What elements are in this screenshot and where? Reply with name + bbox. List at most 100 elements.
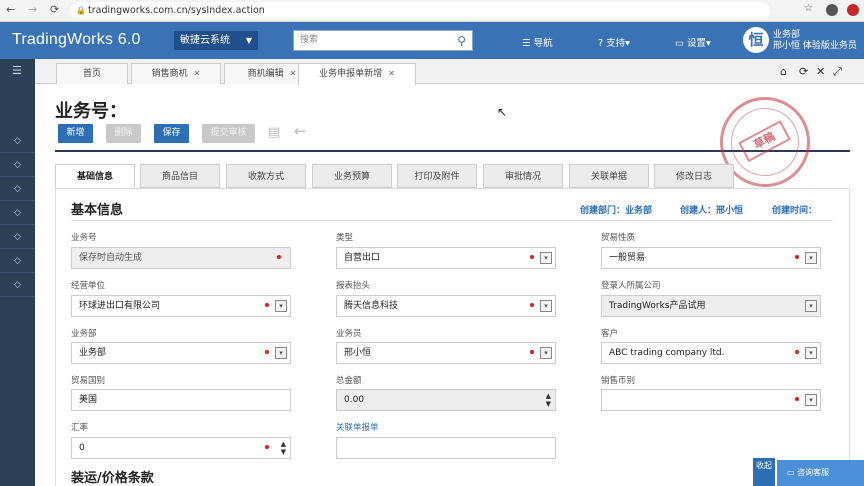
biz-no-value: 保存时自动生成 [79,253,143,263]
trade-nature-select[interactable]: 一般贸易 ▾ [601,247,821,269]
salesman-select[interactable]: 邢小恒 ▾ [336,342,556,364]
letterhead-select[interactable]: 腾天信息科技 ▾ [336,295,556,317]
label-rate: 汇率 [71,423,89,433]
sidebar-item[interactable]: ◇ [0,153,35,177]
customer-select[interactable]: ABC trading company ltd. ▾ [601,342,821,364]
label-total: 总金额 [336,376,362,386]
search-input[interactable]: 搜索 ⚲ [293,30,473,51]
caret-down-icon: ▼ [245,36,252,45]
dropdown-icon[interactable]: ▾ [805,347,817,359]
label-trade-nature: 贸易性质 [601,233,636,243]
address-bar[interactable]: 🔒 tradingworks.com.cn/sysIndex.action [70,2,770,19]
refresh-icon[interactable]: ⟳ [799,65,808,78]
submit-review-button[interactable]: 提交审核 [202,124,255,143]
stepper-icon[interactable]: ▲ ▼ [281,440,286,456]
tab-business-declaration-new[interactable]: 业务申报单新增 ✕ [298,63,416,85]
sidebar-item[interactable]: ◇ [0,201,35,225]
close-icon[interactable]: ✕ [194,69,201,78]
dropdown-icon[interactable]: ▾ [805,252,817,264]
new-button[interactable]: 新增 [58,124,93,143]
cursor-icon: ↖ [497,105,508,119]
label-currency: 销售币别 [601,376,636,386]
settings-menu[interactable]: ▭ 设置▾ [675,35,711,49]
related-declaration-field[interactable] [336,437,556,459]
required-dot [530,350,534,354]
dropdown-icon[interactable]: ▾ [805,394,817,406]
sidebar-menu-icon[interactable]: ☰ [12,64,22,77]
home-icon[interactable]: ⌂ [780,65,787,78]
country-field[interactable]: 美国 [71,389,291,411]
star-icon[interactable]: ☆ [804,3,813,14]
related-declaration-link[interactable]: 关联单报单 [336,421,379,433]
diamond-icon: ◇ [14,232,21,242]
dropdown-icon[interactable]: ▾ [275,347,287,359]
tab-approval[interactable]: 审批情况 [483,164,563,188]
tab-budget[interactable]: 业务预算 [312,164,392,188]
tab-change-log[interactable]: 修改日志 [654,164,734,188]
rate-field[interactable]: 0 ▲ ▼ [71,437,291,459]
dropdown-icon[interactable]: ▾ [275,300,287,312]
tab-sales-opportunity[interactable]: 销售商机 ✕ [131,63,221,84]
stepper-icon[interactable]: ▲ ▼ [546,392,551,408]
customer-service-button[interactable]: ▭ 咨询客服 [777,460,864,486]
search-placeholder: 搜索 [300,35,319,45]
tab-basic-info[interactable]: 基础信息 [55,164,135,188]
dropdown-icon[interactable]: ▾ [540,347,552,359]
reload-icon[interactable]: ⟳ [50,3,59,16]
user-info[interactable]: 业务部 邢小恒 体验版业务员 [773,30,857,52]
salesman-value: 邢小恒 [344,348,372,358]
sidebar-item[interactable]: ◇ [0,225,35,249]
dropdown-icon[interactable]: ▾ [805,300,817,312]
required-dot [265,445,269,449]
nav-menu[interactable]: ☰ 导航 [522,35,553,49]
country-value: 美国 [79,395,98,405]
dropdown-icon[interactable]: ▾ [540,300,552,312]
extension-icon[interactable] [847,4,859,16]
currency-select[interactable]: ▾ [601,389,821,411]
system-select[interactable]: 敏捷云系统 ▼ [174,31,258,50]
tab-goods[interactable]: 商品信目 [140,164,220,188]
menu-icon: ☰ [522,38,531,49]
tab-related-docs[interactable]: 关联单据 [569,164,649,188]
page-tab-strip: 首页 销售商机 ✕ 商机编辑 ✕ 业务申报单新增 ✕ ⌂ ⟳ ✕ ⤢ [35,59,864,85]
tab-home[interactable]: 首页 [56,63,128,84]
sidebar-item[interactable]: ◇ [0,273,35,297]
tab-payment-method[interactable]: 收款方式 [226,164,306,188]
support-menu[interactable]: ? 支持▾ [598,35,630,49]
creator: 创建人：邢小恒 [680,206,744,216]
label-letterhead: 报表抬头 [336,281,371,291]
profile-icon[interactable] [826,4,838,16]
arrow-left-icon[interactable]: ← [294,122,307,140]
section-heading-basic: 基本信息 [71,203,124,218]
section-heading-shipping: 装运/价格条款 [71,471,154,486]
sidebar-item[interactable]: ◇ [0,249,35,273]
label-department: 业务部 [71,329,97,339]
sidebar-item[interactable]: ◇ [0,177,35,201]
support-label: 支持 [606,38,626,49]
close-icon[interactable]: ✕ [388,69,395,78]
dropdown-icon[interactable]: ▾ [540,252,552,264]
diamond-icon: ◇ [14,208,21,218]
department-value: 业务部 [79,348,107,358]
total-field[interactable]: 0.00 ▲ ▼ [336,389,556,411]
search-icon[interactable]: ⚲ [457,32,466,51]
close-icon[interactable]: ✕ [816,65,825,78]
diamond-icon: ◇ [14,280,21,290]
back-icon[interactable]: ← [6,3,15,16]
book-icon[interactable]: ▤ [268,125,280,140]
total-value: 0.00 [344,395,365,405]
type-value: 自营出口 [344,253,381,263]
tab-print-attachments[interactable]: 打印及附件 [397,164,477,188]
delete-button[interactable]: 删除 [106,124,141,143]
avatar[interactable]: 恒 [743,27,769,53]
collapse-button[interactable]: 收起 [753,458,775,486]
save-button[interactable]: 保存 [154,124,189,143]
operator-select[interactable]: 环球进出口有限公司 ▾ [71,295,291,317]
close-icon[interactable]: ✕ [290,69,297,78]
department-select[interactable]: 业务部 ▾ [71,342,291,364]
label-country: 贸易国别 [71,376,106,386]
forward-icon[interactable]: → [28,3,37,16]
fullscreen-icon[interactable]: ⤢ [833,65,842,79]
sidebar-item[interactable]: ◇ [0,129,35,153]
type-select[interactable]: 自营出口 ▾ [336,247,556,269]
